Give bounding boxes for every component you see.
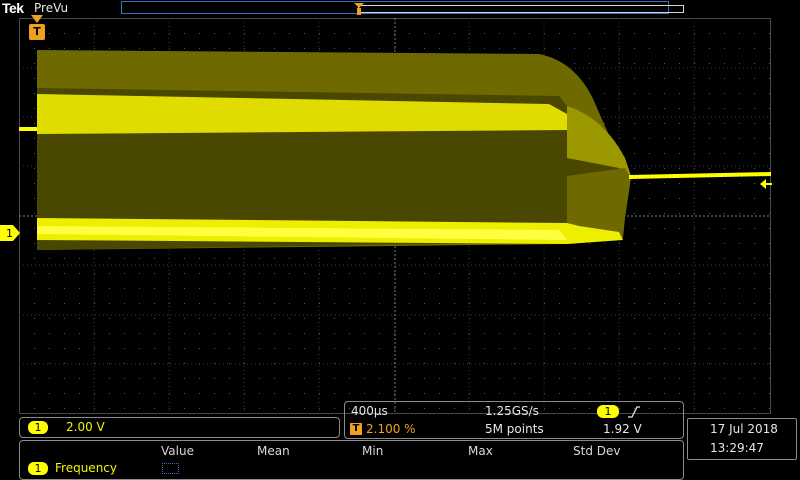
acquisition-trigger-panel[interactable]: 400µs 1.25GS/s 1 T 2.100 % 5M points 1.9…: [344, 401, 684, 439]
record-view-bar[interactable]: [121, 1, 684, 15]
channel-1-vertical-scale: 2.00 V: [66, 420, 105, 434]
trigger-position-percent: 2.100 %: [366, 422, 416, 436]
brand-logo: Tek: [2, 0, 24, 16]
acquisition-status: PreVu: [34, 1, 69, 15]
trigger-position-arrow-icon[interactable]: [31, 15, 43, 23]
waveform-graticule[interactable]: [19, 18, 771, 414]
timebase-scale: 400µs: [351, 404, 388, 418]
record-view-window[interactable]: [358, 5, 684, 13]
trigger-icon: T: [350, 423, 362, 435]
date-time-panel[interactable]: 17 Jul 2018 13:29:47: [687, 418, 797, 460]
meas-header-std-dev: Std Dev: [573, 444, 621, 458]
meas-header-min: Min: [362, 444, 384, 458]
top-status-bar: Tek PreVu: [0, 0, 800, 16]
channel-1-scale-panel[interactable]: 1 2.00 V: [19, 417, 340, 438]
channel-1-badge: 1: [28, 421, 48, 434]
measurement-value-placeholder-icon: [162, 463, 179, 474]
record-trigger-marker-icon: [354, 3, 364, 15]
trigger-position-marker[interactable]: T: [29, 24, 45, 40]
rising-edge-icon: [628, 406, 640, 418]
measurement-name[interactable]: Frequency: [55, 461, 117, 475]
meas-header-value: Value: [161, 444, 194, 458]
channel-1-ground-marker-icon[interactable]: 1: [0, 225, 20, 241]
trigger-source-badge: 1: [597, 405, 619, 418]
sample-rate: 1.25GS/s: [485, 404, 539, 418]
measurement-channel-badge: 1: [28, 462, 48, 475]
time-display: 13:29:47: [710, 441, 764, 455]
meas-header-mean: Mean: [257, 444, 290, 458]
channel-1-marker-label: 1: [6, 227, 13, 240]
trigger-level-arrow-icon[interactable]: [760, 178, 772, 190]
measurement-panel[interactable]: Value Mean Min Max Std Dev 1 Frequency: [19, 440, 684, 480]
meas-header-max: Max: [468, 444, 493, 458]
date-display: 17 Jul 2018: [710, 422, 778, 436]
record-length: 5M points: [485, 422, 544, 436]
trigger-level: 1.92 V: [603, 422, 642, 436]
